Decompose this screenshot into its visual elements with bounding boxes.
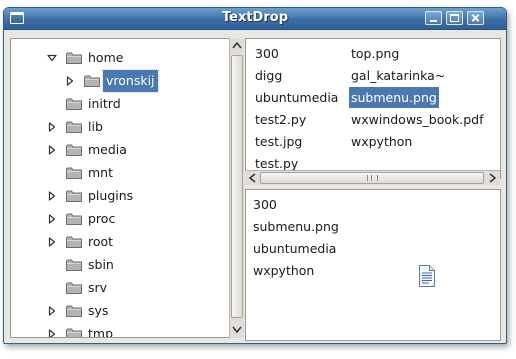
minimize-button[interactable] bbox=[425, 11, 442, 25]
folder-icon bbox=[66, 259, 82, 271]
dropped-item: 300 bbox=[253, 197, 277, 212]
folder-icon bbox=[66, 144, 82, 156]
folder-icon bbox=[66, 328, 82, 337]
text-document-icon bbox=[419, 265, 435, 287]
scroll-up-arrow-icon[interactable] bbox=[231, 39, 243, 53]
tree-item-root[interactable]: root bbox=[11, 231, 229, 253]
triangle-right-icon[interactable] bbox=[65, 76, 75, 86]
tree-item-label: root bbox=[88, 234, 114, 249]
file-list-item[interactable]: gal_katarinka~ bbox=[349, 65, 447, 86]
file-list-item[interactable]: 300 bbox=[253, 43, 281, 64]
file-list-horizontal-scrollbar[interactable] bbox=[245, 170, 500, 185]
tree-item-label: initrd bbox=[88, 96, 121, 111]
file-list-item[interactable]: wxwindows_book.pdf bbox=[349, 109, 486, 130]
tree-item-label: media bbox=[88, 142, 127, 157]
file-list-item[interactable]: wxpython bbox=[349, 131, 414, 152]
tree-item-label: mnt bbox=[88, 165, 113, 180]
tree-scrollbar-thumb[interactable] bbox=[231, 55, 243, 318]
tree-item-label: srv bbox=[88, 280, 108, 295]
dropped-item: wxpython bbox=[253, 263, 315, 278]
scroll-right-arrow-icon[interactable] bbox=[485, 172, 499, 184]
triangle-right-icon[interactable] bbox=[47, 306, 57, 316]
triangle-right-icon[interactable] bbox=[47, 191, 57, 201]
tree-item-tmp[interactable]: tmp bbox=[11, 323, 229, 338]
tree-item-label: tmp bbox=[88, 326, 114, 338]
triangle-right-icon[interactable] bbox=[47, 214, 57, 224]
scroll-down-arrow-icon[interactable] bbox=[231, 322, 243, 336]
scroll-left-arrow-icon[interactable] bbox=[246, 172, 260, 184]
tree-item-label: proc bbox=[88, 211, 116, 226]
tree-item-sbin[interactable]: sbin bbox=[11, 254, 229, 276]
file-list[interactable]: 300 digg ubuntumedia test2.py test.jpg test.p… bbox=[245, 38, 501, 179]
file-list-item[interactable]: top.png bbox=[349, 43, 401, 64]
folder-icon bbox=[66, 98, 82, 110]
dropped-item: submenu.png bbox=[253, 219, 339, 234]
title-bar[interactable]: TextDrop bbox=[4, 8, 506, 30]
triangle-down-icon[interactable] bbox=[47, 53, 57, 63]
close-button[interactable] bbox=[467, 11, 484, 25]
tree-item-media[interactable]: media bbox=[11, 139, 229, 161]
tree-item-mnt[interactable]: mnt bbox=[11, 162, 229, 184]
tree-item-initrd[interactable]: initrd bbox=[11, 93, 229, 115]
folder-icon bbox=[66, 213, 82, 225]
tree-item-plugins[interactable]: plugins bbox=[11, 185, 229, 207]
triangle-right-icon[interactable] bbox=[47, 329, 57, 338]
tree-item-proc[interactable]: proc bbox=[11, 208, 229, 230]
tree-item-sys[interactable]: sys bbox=[11, 300, 229, 322]
folder-icon bbox=[66, 236, 82, 248]
app-window: TextDrop home vronskij initrd lib media mnt pl… bbox=[3, 7, 507, 344]
tree-item-label: home bbox=[88, 50, 124, 65]
file-list-item[interactable]: digg bbox=[253, 65, 284, 86]
tree-item-label: plugins bbox=[88, 188, 134, 203]
drop-target-area[interactable]: 300 submenu.png ubuntumedia wxpython bbox=[245, 189, 501, 341]
folder-icon bbox=[66, 190, 82, 202]
tree-item-label: sys bbox=[88, 303, 109, 318]
folder-icon bbox=[66, 305, 82, 317]
tree-vertical-scrollbar[interactable] bbox=[229, 38, 244, 338]
tree-item-vronskij[interactable]: vronskij bbox=[11, 69, 229, 93]
scrollbar-grip-icon bbox=[367, 175, 378, 181]
folder-icon bbox=[66, 167, 82, 179]
triangle-right-icon[interactable] bbox=[47, 237, 57, 247]
tree-item-label: lib bbox=[88, 119, 103, 134]
folder-icon bbox=[66, 52, 82, 64]
file-list-item[interactable]: ubuntumedia bbox=[253, 87, 340, 108]
file-list-item[interactable]: test.jpg bbox=[253, 131, 304, 152]
folder-icon bbox=[66, 282, 82, 294]
tree-item-label: sbin bbox=[88, 257, 114, 272]
dropped-item: ubuntumedia bbox=[253, 241, 337, 256]
directory-tree[interactable]: home vronskij initrd lib media mnt plugins proc… bbox=[10, 38, 230, 338]
folder-icon bbox=[66, 121, 82, 133]
tree-item-lib[interactable]: lib bbox=[11, 116, 229, 138]
folder-icon bbox=[84, 75, 100, 87]
tree-item-home[interactable]: home bbox=[11, 47, 229, 69]
file-list-scrollbar-thumb[interactable] bbox=[260, 172, 484, 184]
maximize-button[interactable] bbox=[446, 11, 463, 25]
file-list-item[interactable]: test2.py bbox=[253, 109, 308, 130]
file-list-item[interactable]: submenu.png bbox=[349, 87, 439, 108]
triangle-right-icon[interactable] bbox=[47, 122, 57, 132]
tree-item-label: vronskij bbox=[102, 69, 159, 93]
triangle-right-icon[interactable] bbox=[47, 145, 57, 155]
tree-item-srv[interactable]: srv bbox=[11, 277, 229, 299]
